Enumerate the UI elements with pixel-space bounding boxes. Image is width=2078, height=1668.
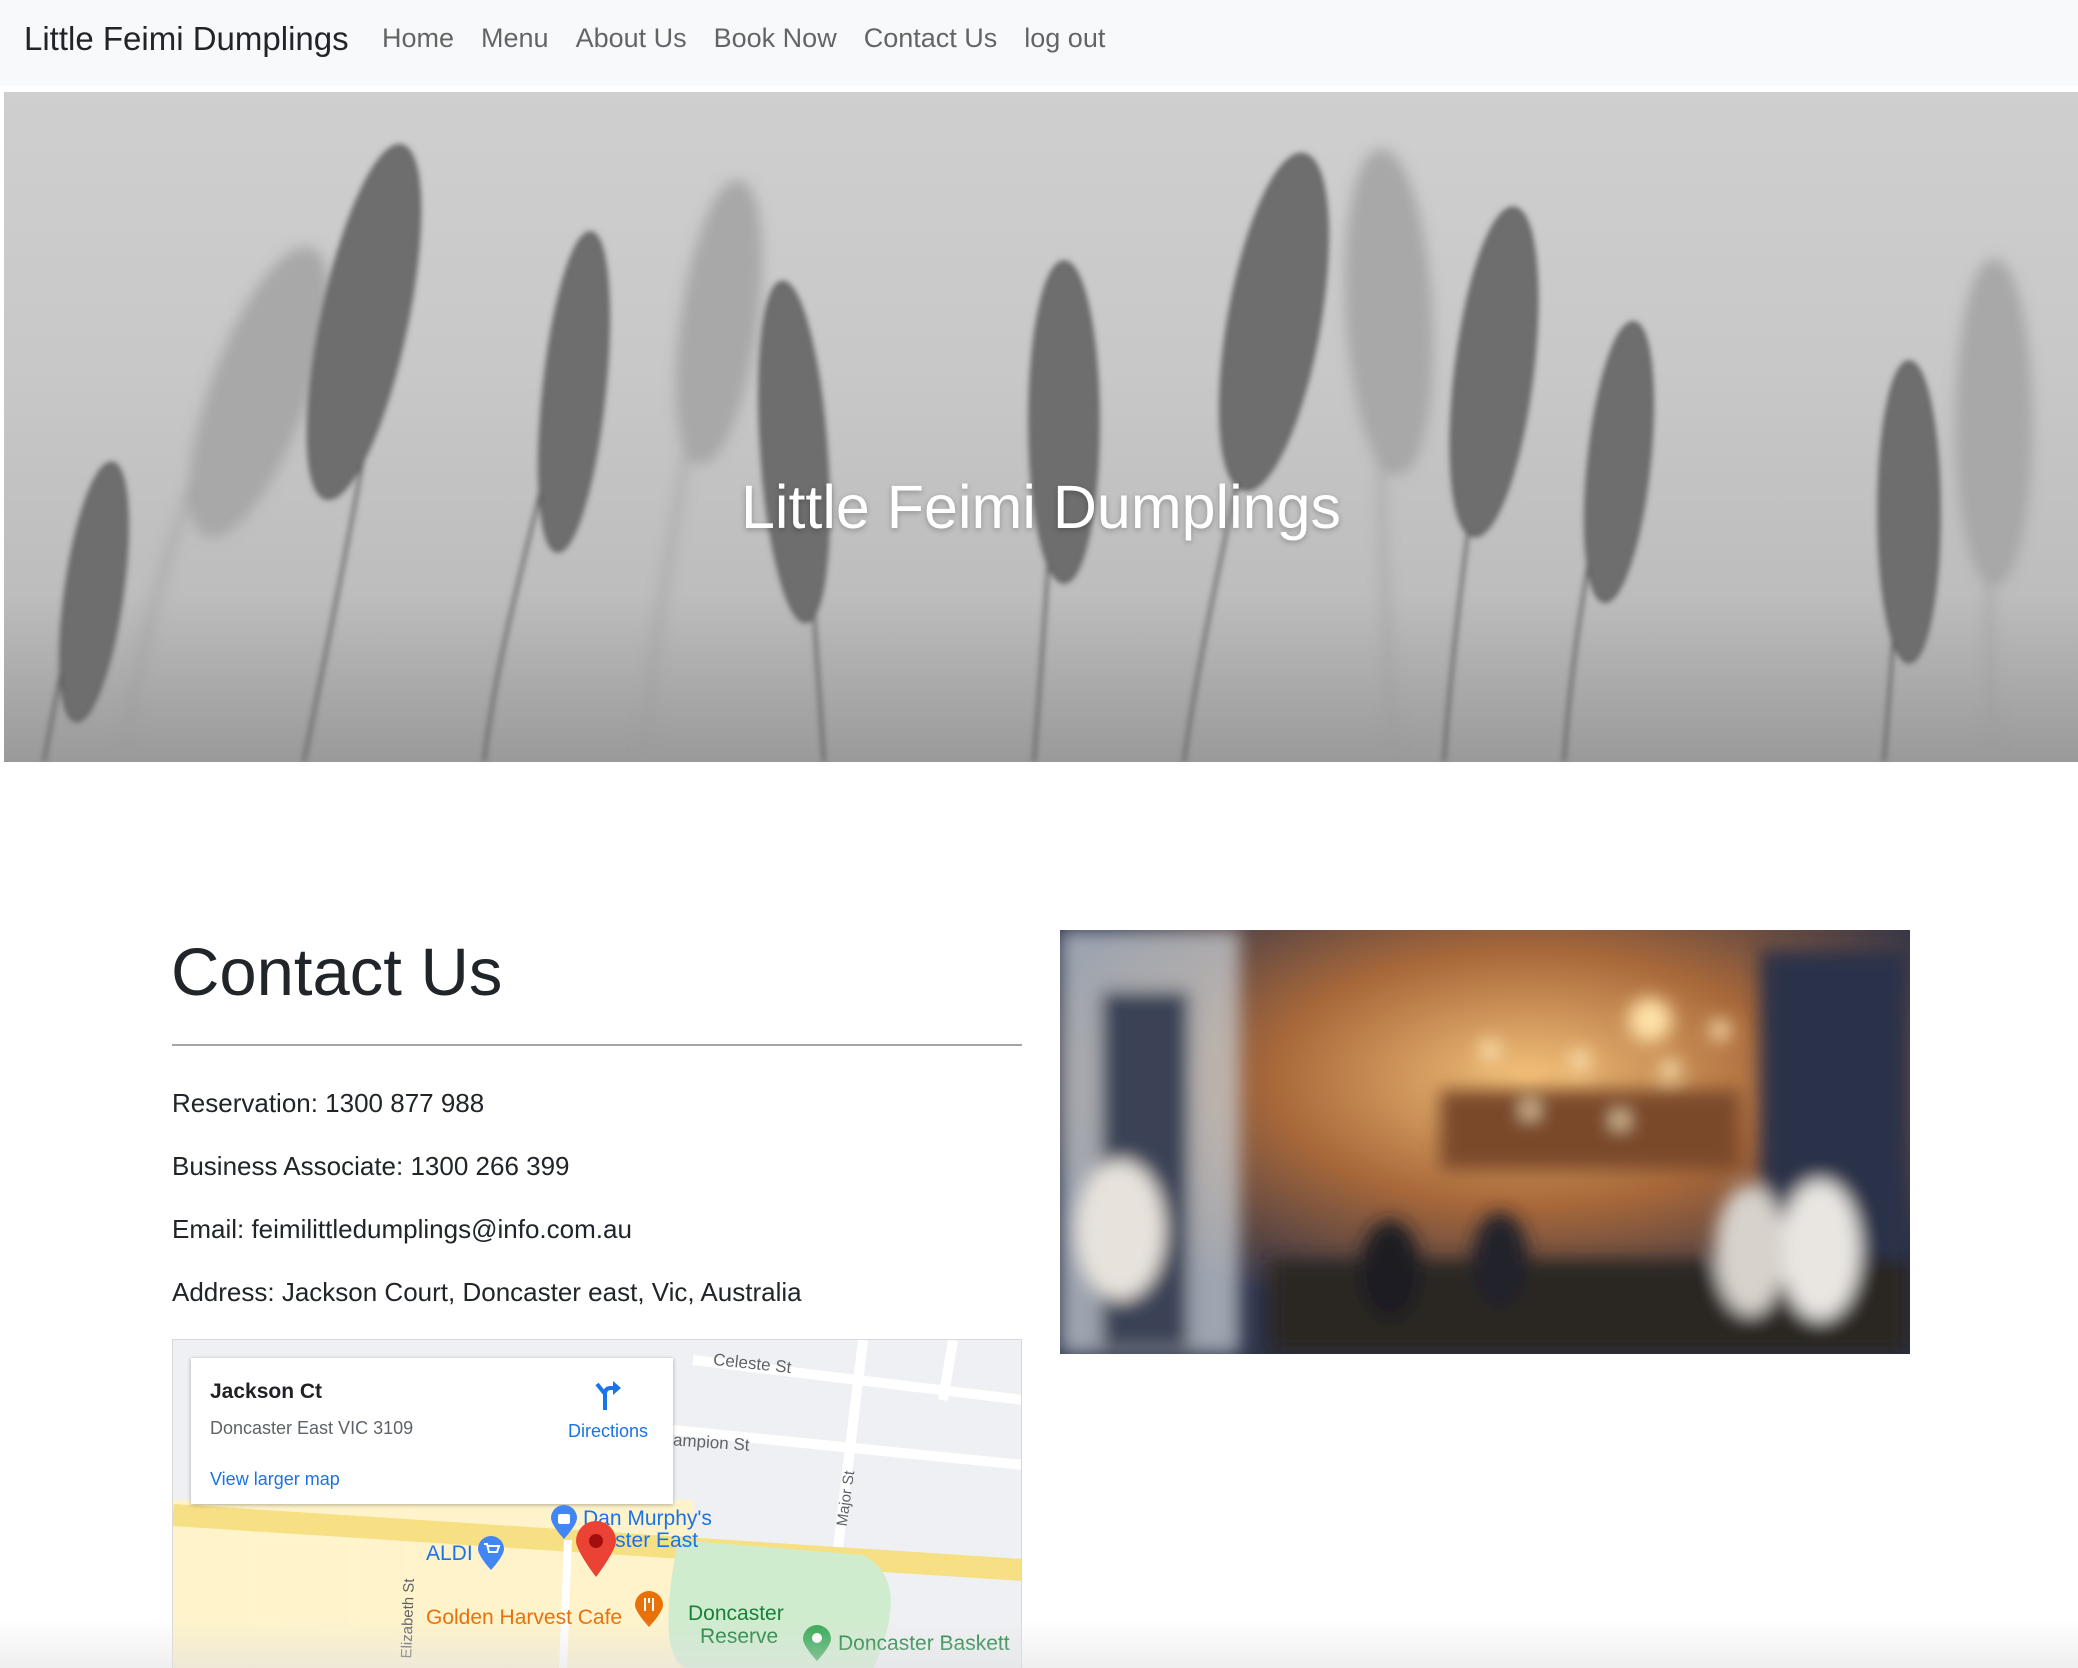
nav-links: Home Menu About Us Book Now Contact Us l…: [382, 23, 1132, 54]
nav-contact-us[interactable]: Contact Us: [864, 23, 998, 54]
shopping-pin-icon[interactable]: [551, 1505, 577, 1539]
map-label-reserve-line2: Reserve: [700, 1625, 779, 1648]
cart-pin-icon[interactable]: [478, 1536, 504, 1570]
hero-title: Little Feimi Dumplings: [740, 473, 1342, 541]
map-street-label-elizabeth: Elizabeth St: [398, 1578, 418, 1659]
directions-label: Directions: [567, 1421, 649, 1441]
hero-banner: Little Feimi Dumplings: [4, 92, 2078, 762]
place-name: Jackson Ct: [210, 1380, 323, 1403]
reservation-text: Reservation: 1300 877 988: [172, 1088, 485, 1118]
nav-book-now[interactable]: Book Now: [714, 23, 837, 54]
divider: [172, 1044, 1022, 1046]
email-text: Email: feimilittledumplings@info.com.au: [172, 1214, 632, 1244]
address-text: Address: Jackson Court, Doncaster east, …: [172, 1277, 802, 1307]
nav-about-us[interactable]: About Us: [576, 23, 687, 54]
business-associate-text: Business Associate: 1300 266 399: [172, 1151, 570, 1181]
map-label-aldi[interactable]: ALDI: [426, 1542, 473, 1566]
nav-log-out[interactable]: log out: [1024, 23, 1105, 54]
location-pin-icon[interactable]: [576, 1521, 616, 1577]
grass-background-image: [42, 144, 2031, 762]
view-larger-map-link[interactable]: View larger map: [210, 1469, 340, 1490]
place-info-card: Jackson Ct Doncaster East VIC 3109 View …: [191, 1358, 673, 1504]
brand-link[interactable]: Little Feimi Dumplings: [24, 20, 349, 58]
park-pin-icon[interactable]: [803, 1625, 831, 1661]
directions-icon: [595, 1381, 621, 1410]
nav-home[interactable]: Home: [382, 23, 454, 54]
navbar: Little Feimi Dumplings Home Menu About U…: [0, 0, 2078, 86]
contact-title: Contact Us: [171, 935, 503, 1010]
restaurant-photo-graphic: [1060, 930, 1910, 1354]
place-address: Doncaster East VIC 3109: [210, 1418, 414, 1438]
embedded-map[interactable]: Jackson Ct Doncaster East VIC 3109 View …: [172, 1339, 1022, 1668]
restaurant-pin-icon[interactable]: [635, 1591, 663, 1627]
map-label-doncaster-basketball[interactable]: Doncaster Baskett: [838, 1632, 1010, 1656]
directions-button[interactable]: Directions: [553, 1378, 663, 1442]
nav-menu[interactable]: Menu: [481, 23, 549, 54]
map-label-doncaster-reserve[interactable]: Doncaster: [688, 1602, 784, 1626]
map-label-golden-harvest[interactable]: Golden Harvest Cafe: [426, 1606, 622, 1630]
restaurant-interior-image: [1060, 930, 1910, 1354]
